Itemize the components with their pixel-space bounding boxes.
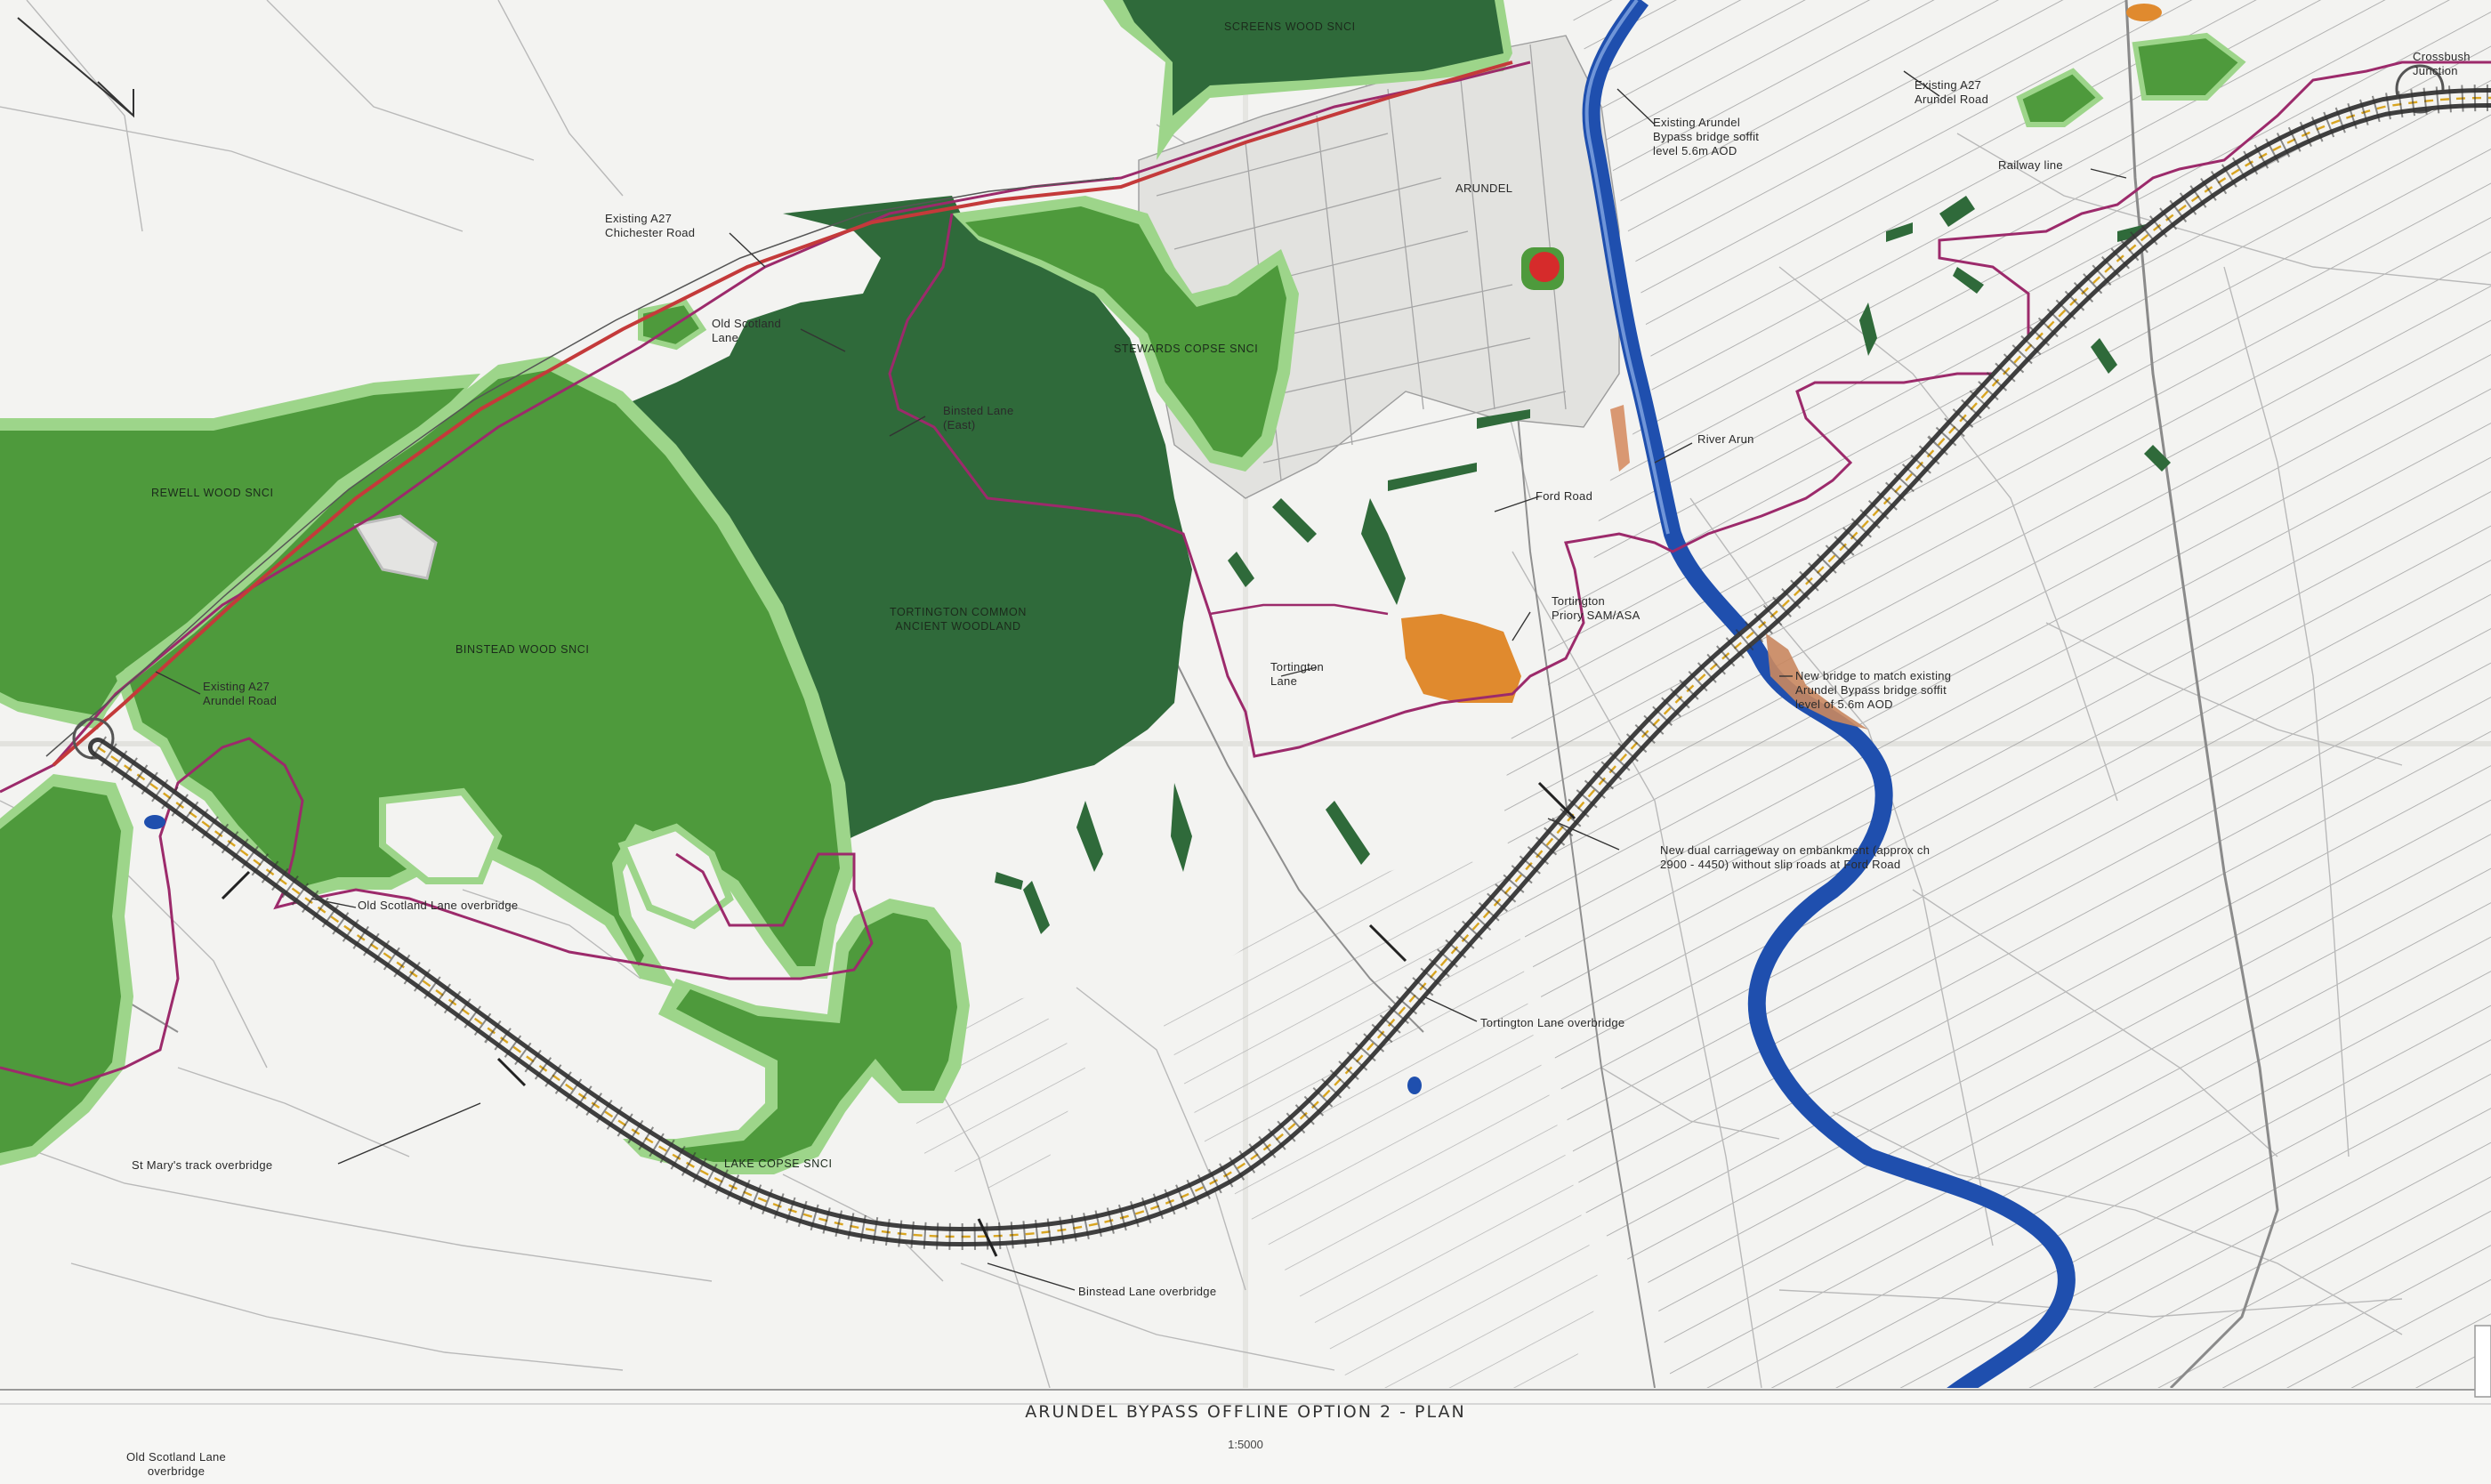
- pond: [144, 815, 165, 829]
- floodplain-hatch-area: [1503, 0, 2491, 1388]
- label-existing-a27-arundel-road-ne: Existing A27 Arundel Road: [1915, 78, 1989, 106]
- label-existing-a27-arundel-road-w: Existing A27 Arundel Road: [203, 680, 278, 707]
- map-canvas: [0, 0, 2491, 1484]
- label-railway-line: Railway line: [1998, 158, 2063, 172]
- screens-wood-label: SCREENS WOOD SNCI: [1224, 20, 1356, 33]
- label-tortington-priory: Tortington Priory SAM/ASA: [1552, 594, 1641, 622]
- label-river-arun: River Arun: [1697, 432, 1754, 446]
- tortington-common-label: TORTINGTON COMMON ANCIENT WOODLAND: [890, 606, 1027, 633]
- label-tortington-lane: Tortington Lane: [1270, 660, 1325, 688]
- label-st-marys-track: St Mary's track overbridge: [132, 1158, 273, 1172]
- legend-note-box: [2474, 1325, 2491, 1398]
- arundel-marker: [1529, 252, 1560, 282]
- binstead-wood-label: BINSTEAD WOOD SNCI: [455, 643, 590, 656]
- label-new-bridge: New bridge to match existing Arundel Byp…: [1795, 669, 1952, 711]
- lake-copse-label: LAKE COPSE SNCI: [724, 1157, 833, 1170]
- rewell-wood-label: REWELL WOOD SNCI: [151, 487, 274, 499]
- drawing-title: ARUNDEL BYPASS OFFLINE OPTION 2 - PLAN: [1025, 1402, 1466, 1422]
- label-tortington-lane-overbridge: Tortington Lane overbridge: [1480, 1016, 1625, 1029]
- label-existing-arundel-bypass: Existing Arundel Bypass bridge soffit le…: [1653, 116, 1760, 157]
- label-binsted-lane-east: Binsted Lane (East): [943, 404, 1014, 431]
- label-binstead-lane-overbridge: Binstead Lane overbridge: [1078, 1285, 1217, 1298]
- label-off-sheet-overbridge: Old Scotland Lane overbridge: [126, 1450, 227, 1478]
- pond: [2126, 4, 2162, 21]
- label-crossbush-junction: Crossbush Junction: [2413, 50, 2471, 77]
- label-new-dual-carriageway: New dual carriageway on embankment (appr…: [1660, 843, 1931, 871]
- label-ford-road: Ford Road: [1536, 489, 1593, 503]
- label-arundel: ARUNDEL: [1455, 181, 1513, 195]
- drawing-scale: 1:5000: [1228, 1438, 1263, 1451]
- label-old-scotland-lane-overbridge: Old Scotland Lane overbridge: [358, 899, 519, 912]
- pond: [1407, 1077, 1422, 1094]
- stewards-copse-label: STEWARDS COPSE SNCI: [1114, 343, 1259, 355]
- label-old-scotland-lane: Old Scotland Lane: [712, 317, 782, 344]
- label-existing-a27-chichester: Existing A27 Chichester Road: [605, 212, 696, 239]
